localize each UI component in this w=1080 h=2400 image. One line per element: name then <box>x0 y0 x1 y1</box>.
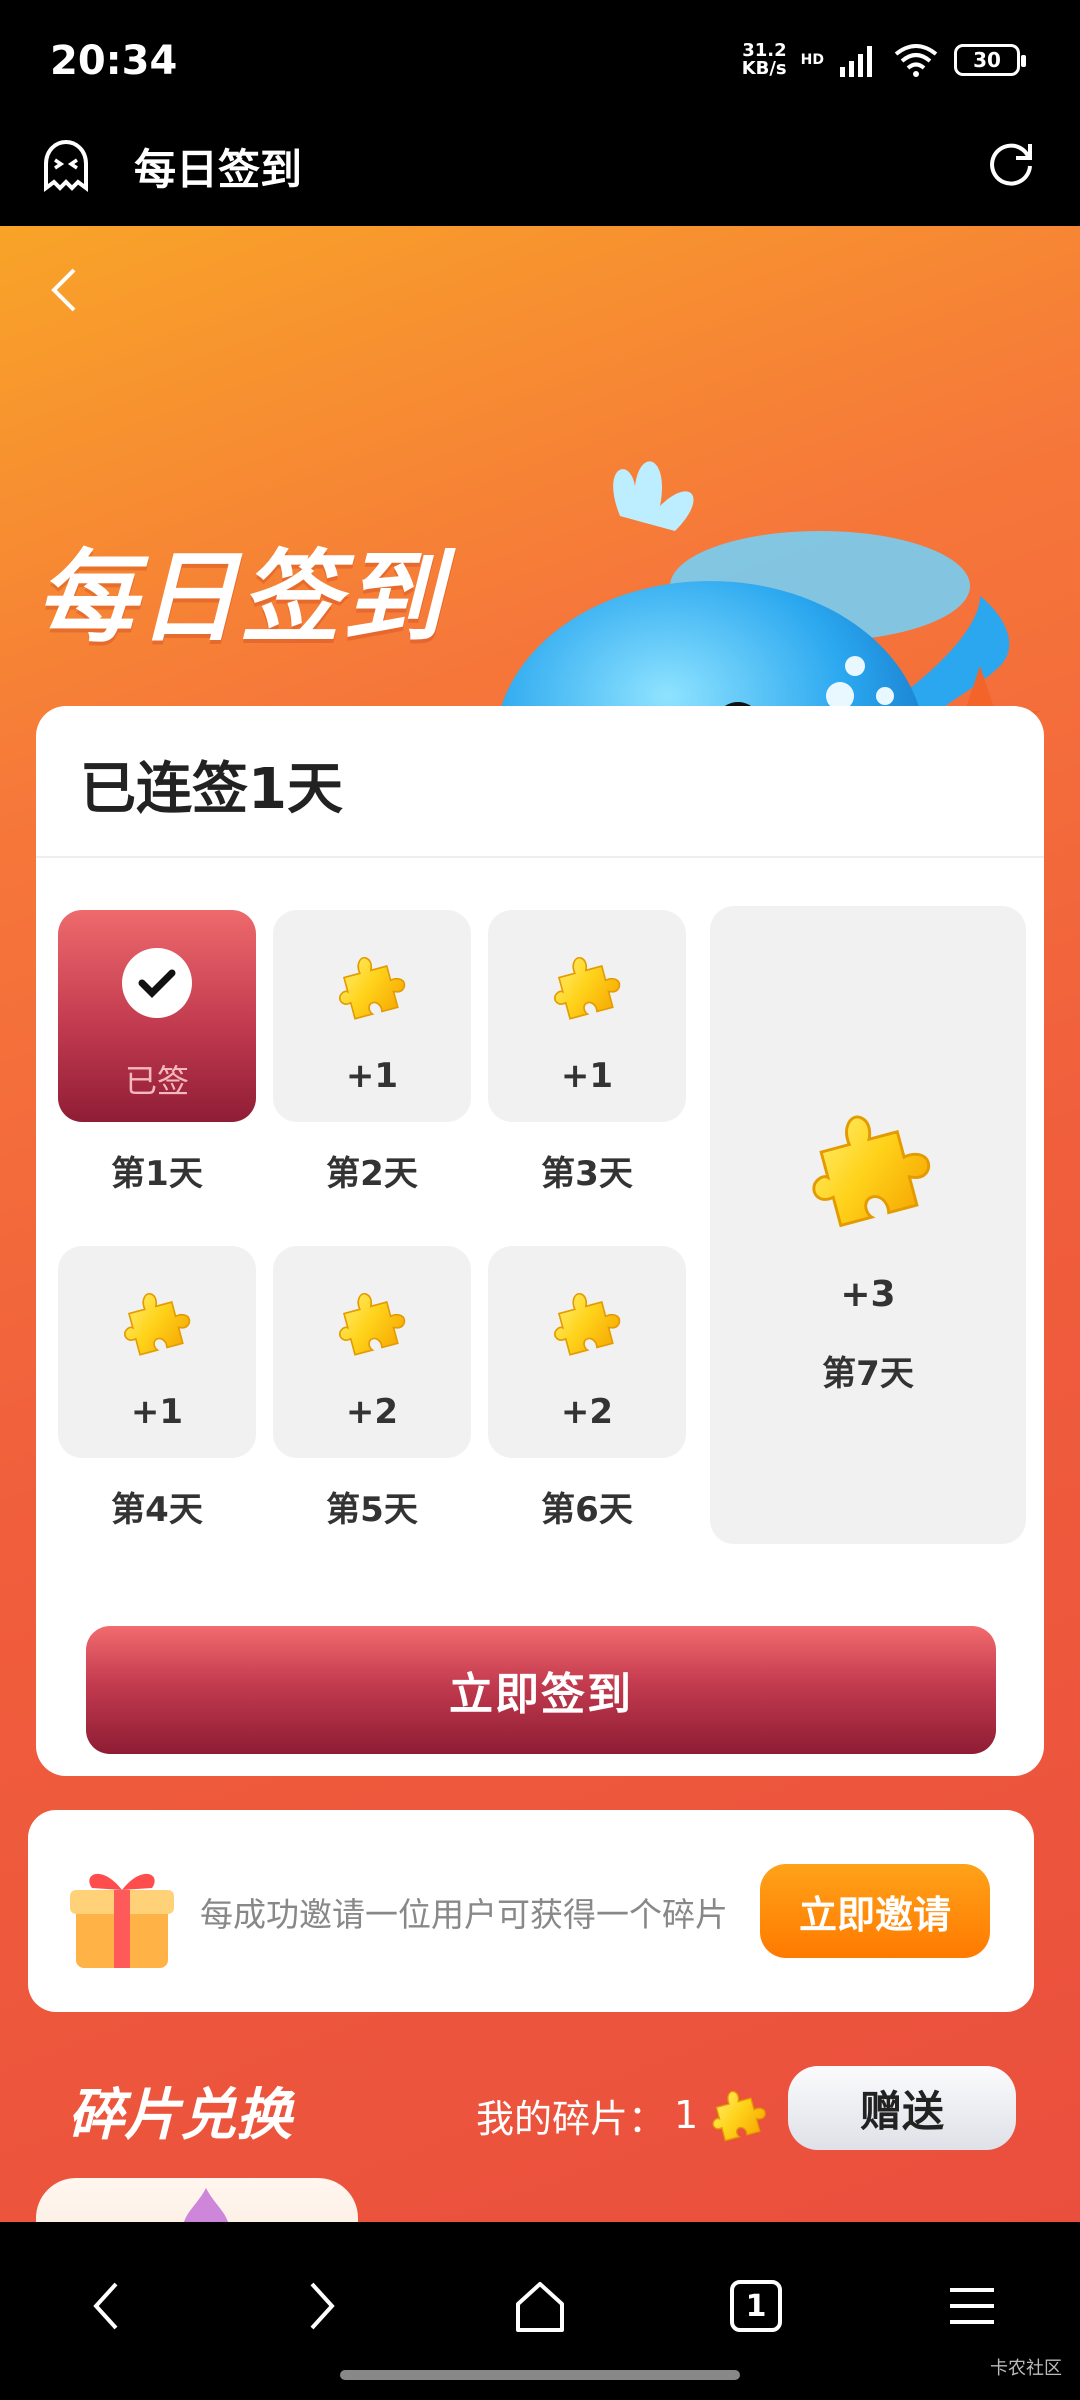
app-bar: 每日签到 <box>0 120 1080 226</box>
sign-in-button[interactable]: 立即签到 <box>86 1626 996 1754</box>
battery-icon: 30 <box>954 44 1026 76</box>
day-tile-1[interactable]: 已签 <box>58 910 256 1122</box>
my-fragments-label: 我的碎片： <box>476 2096 667 2141</box>
streak-title: 已连签1天 <box>80 757 343 822</box>
day-label: 第5天 <box>326 1490 418 1530</box>
puzzle-icon <box>546 946 628 1028</box>
product-card[interactable] <box>36 2178 358 2222</box>
puzzle-icon <box>706 2082 772 2148</box>
invite-button[interactable]: 立即邀请 <box>760 1864 990 1958</box>
check-icon <box>122 948 192 1018</box>
invite-description: 每成功邀请一位用户可获得一个碎片 <box>200 1895 728 1934</box>
signal-icon <box>840 46 872 77</box>
app-title: 每日签到 <box>134 145 303 194</box>
day-value: 已签 <box>124 1062 189 1100</box>
day-value: +1 <box>560 1056 614 1096</box>
card-divider <box>36 856 1044 858</box>
day-tile-5[interactable]: +2 <box>273 1246 471 1458</box>
send-fragment-button[interactable]: 赠送 <box>788 2066 1016 2150</box>
lotus-icon <box>184 2188 228 2222</box>
wifi-icon <box>894 44 938 77</box>
day-tile-2[interactable]: +1 <box>273 910 471 1122</box>
day-value: +3 <box>840 1274 896 1315</box>
nav-back-button[interactable] <box>66 2266 146 2346</box>
day-value: +1 <box>130 1392 184 1432</box>
nav-home-button[interactable] <box>500 2266 580 2346</box>
puzzle-icon <box>116 1282 198 1364</box>
network-speed: 31.2 KB/s <box>742 42 787 78</box>
nav-menu-button[interactable] <box>932 2266 1012 2346</box>
sign-in-card: 已连签1天 已签 第1天 +1 第2天 +1 第3天 +1 第4天 +2 第5天… <box>36 706 1044 1776</box>
day-label: 第7天 <box>822 1354 914 1394</box>
chevron-left-icon <box>93 2282 118 2330</box>
menu-icon <box>950 2288 994 2324</box>
puzzle-icon <box>798 1096 944 1242</box>
gift-icon <box>70 1873 174 1968</box>
day-tile-7[interactable]: +3 第7天 <box>710 906 1026 1544</box>
status-bar: 20:34 31.2 KB/s HD 30 <box>0 0 1080 120</box>
puzzle-icon <box>331 946 413 1028</box>
invite-card: 每成功邀请一位用户可获得一个碎片 立即邀请 <box>28 1810 1034 2012</box>
back-button[interactable] <box>44 260 84 320</box>
puzzle-icon <box>331 1282 413 1364</box>
chevron-right-icon <box>310 2282 335 2330</box>
day-tile-6[interactable]: +2 <box>488 1246 686 1458</box>
watermark: 卡农社区 <box>990 2358 1062 2379</box>
day-value: +1 <box>345 1056 399 1096</box>
my-fragments: 我的碎片： 1 <box>476 2082 772 2148</box>
day-tile-4[interactable]: +1 <box>58 1246 256 1458</box>
day-label: 第6天 <box>541 1490 633 1530</box>
hero-title: 每日签到 <box>36 539 444 656</box>
status-time: 20:34 <box>50 38 178 84</box>
nav-forward-button[interactable] <box>282 2266 362 2346</box>
ghost-logo-icon <box>44 139 88 192</box>
status-icons: 31.2 KB/s HD 30 <box>742 42 1026 78</box>
nav-tabs-button[interactable]: 1 <box>716 2266 796 2346</box>
my-fragments-count: 1 <box>674 2093 699 2137</box>
page-content: 每日签到 已连签1天 已签 第1天 +1 第2天 +1 第3天 +1 第4天 +… <box>0 226 1080 2222</box>
day-value: +2 <box>345 1392 399 1432</box>
day-label: 第4天 <box>111 1490 203 1530</box>
day-value: +2 <box>560 1392 614 1432</box>
refresh-icon[interactable] <box>984 136 1038 190</box>
hd-indicator: HD <box>800 52 824 68</box>
day-label: 第1天 <box>111 1154 203 1194</box>
puzzle-icon <box>546 1282 628 1364</box>
day-label: 第2天 <box>326 1154 418 1194</box>
day-label: 第3天 <box>541 1154 633 1194</box>
home-indicator[interactable] <box>340 2370 740 2380</box>
network-speed-unit: KB/s <box>741 58 787 79</box>
tab-count: 1 <box>730 2280 782 2332</box>
day-tile-3[interactable]: +1 <box>488 910 686 1122</box>
home-icon <box>516 2282 564 2332</box>
exchange-section-title: 碎片兑换 <box>68 2083 292 2148</box>
